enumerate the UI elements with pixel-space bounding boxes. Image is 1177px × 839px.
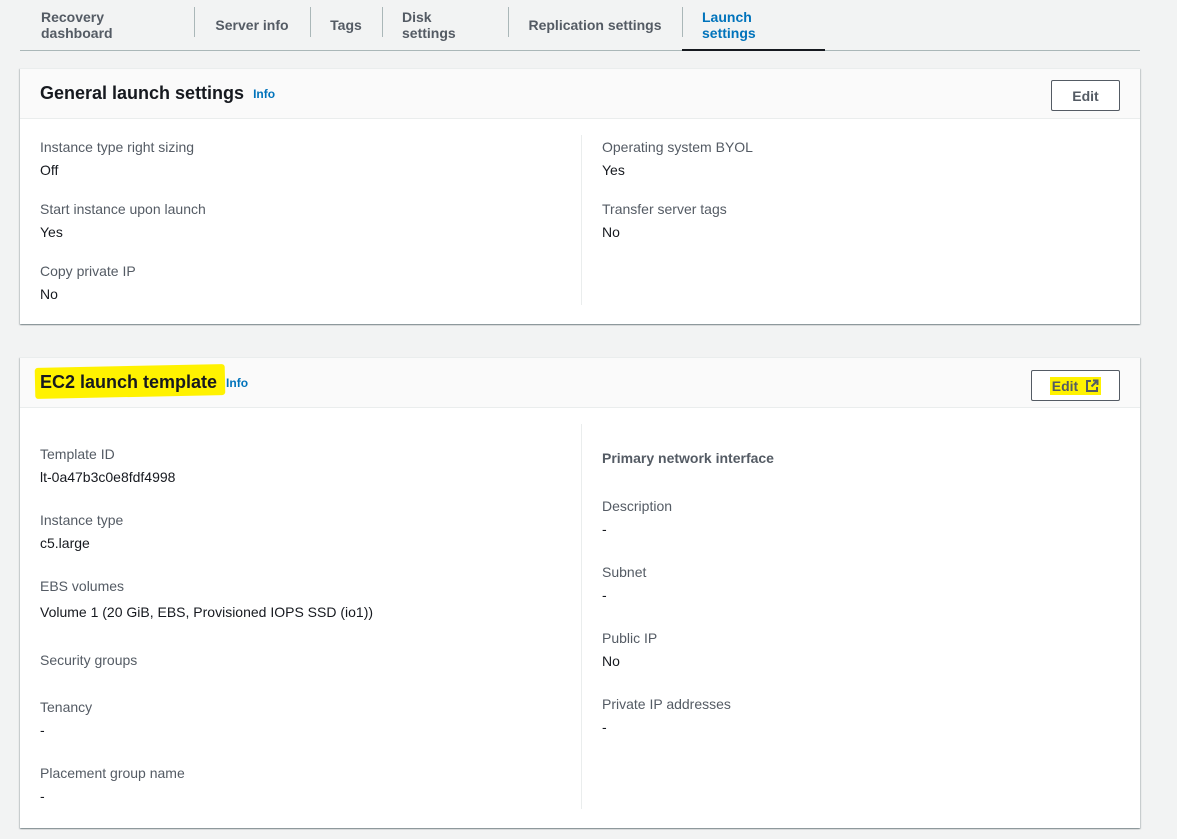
general-launch-settings-panel: General launch settings Info Edit Instan… bbox=[20, 68, 1140, 324]
primary-network-interface-heading: Primary network interface bbox=[602, 450, 774, 466]
left-column: Instance type right sizing Off Start ins… bbox=[20, 135, 581, 305]
panel-body: Instance type right sizing Off Start ins… bbox=[20, 135, 1140, 305]
field-label: Start instance upon launch bbox=[40, 201, 206, 217]
field-label: Transfer server tags bbox=[602, 201, 727, 217]
field-value: No bbox=[602, 224, 620, 240]
field-label: Security groups bbox=[40, 652, 138, 668]
info-link[interactable]: Info bbox=[226, 376, 248, 390]
field-private-ip-addresses: Private IP addresses - bbox=[602, 696, 731, 735]
field-value: Yes bbox=[602, 162, 625, 178]
field-label: Subnet bbox=[602, 564, 647, 580]
field-value: Volume 1 (20 GiB, EBS, Provisioned IOPS … bbox=[40, 604, 374, 620]
field-tenancy: Tenancy - bbox=[40, 699, 92, 738]
field-value: No bbox=[602, 653, 620, 669]
field-label: Template ID bbox=[40, 446, 115, 462]
tab-disk-settings[interactable]: Disk settings bbox=[382, 0, 508, 50]
external-link-icon bbox=[1085, 379, 1099, 393]
field-value: - bbox=[40, 788, 45, 804]
tab-bar: Recovery dashboard Server info Tags Disk… bbox=[20, 0, 1140, 51]
right-column: Primary network interface Description - … bbox=[581, 424, 1140, 809]
field-value: Off bbox=[40, 162, 59, 178]
info-link[interactable]: Info bbox=[253, 87, 275, 101]
edit-label: Edit bbox=[1051, 377, 1079, 394]
field-subnet: Subnet - bbox=[602, 564, 646, 603]
field-public-ip: Public IP No bbox=[602, 630, 657, 669]
field-placement-group-name: Placement group name - bbox=[40, 765, 185, 804]
tab-tags[interactable]: Tags bbox=[310, 0, 382, 50]
panel-title: General launch settings bbox=[40, 83, 245, 103]
ec2-launch-template-panel: EC2 launch template Info Edit Template I… bbox=[20, 357, 1140, 828]
field-label: Instance type bbox=[40, 512, 124, 528]
field-instance-type: Instance type c5.large bbox=[40, 512, 123, 551]
field-value: Yes bbox=[40, 224, 63, 240]
panel-title: EC2 launch template bbox=[40, 372, 218, 392]
field-template-id: Template ID lt-0a47b3c0e8fdf4998 bbox=[40, 446, 175, 485]
field-start-instance-upon-launch: Start instance upon launch Yes bbox=[40, 201, 206, 240]
field-label: Instance type right sizing bbox=[40, 139, 195, 155]
field-value: No bbox=[40, 286, 58, 302]
field-label: Description bbox=[602, 498, 673, 514]
field-os-byol: Operating system BYOL Yes bbox=[602, 139, 753, 178]
right-column: Operating system BYOL Yes Transfer serve… bbox=[581, 135, 1140, 305]
field-ebs-volumes: EBS volumes Volume 1 (20 GiB, EBS, Provi… bbox=[40, 578, 373, 620]
field-label: Private IP addresses bbox=[602, 696, 731, 712]
field-label: Placement group name bbox=[40, 765, 185, 781]
edit-launch-template-button[interactable]: Edit bbox=[1031, 370, 1120, 401]
tab-server-info[interactable]: Server info bbox=[194, 0, 310, 50]
tab-launch-settings[interactable]: Launch settings bbox=[682, 0, 825, 51]
left-column: Template ID lt-0a47b3c0e8fdf4998 Instanc… bbox=[20, 424, 581, 809]
field-label: Public IP bbox=[602, 630, 658, 646]
field-value: - bbox=[602, 521, 607, 537]
field-label: Tenancy bbox=[40, 699, 93, 715]
panel-header: General launch settings Info Edit bbox=[20, 69, 1140, 119]
field-transfer-server-tags: Transfer server tags No bbox=[602, 201, 727, 240]
field-value: - bbox=[602, 587, 607, 603]
tab-recovery-dashboard[interactable]: Recovery dashboard bbox=[20, 0, 194, 50]
field-value: lt-0a47b3c0e8fdf4998 bbox=[40, 469, 176, 485]
field-copy-private-ip: Copy private IP No bbox=[40, 263, 136, 302]
tab-replication-settings[interactable]: Replication settings bbox=[508, 0, 682, 50]
field-instance-type-right-sizing: Instance type right sizing Off bbox=[40, 139, 194, 178]
edit-button[interactable]: Edit bbox=[1051, 80, 1120, 111]
panel-body: Template ID lt-0a47b3c0e8fdf4998 Instanc… bbox=[20, 424, 1140, 809]
field-value: - bbox=[602, 719, 607, 735]
panel-header: EC2 launch template Info Edit bbox=[20, 358, 1140, 408]
field-label: Operating system BYOL bbox=[602, 139, 753, 155]
field-value: - bbox=[40, 722, 45, 738]
field-value: c5.large bbox=[40, 535, 90, 551]
field-security-groups: Security groups bbox=[40, 652, 137, 675]
field-label: Copy private IP bbox=[40, 263, 136, 279]
field-label: EBS volumes bbox=[40, 578, 125, 594]
field-description: Description - bbox=[602, 498, 672, 537]
